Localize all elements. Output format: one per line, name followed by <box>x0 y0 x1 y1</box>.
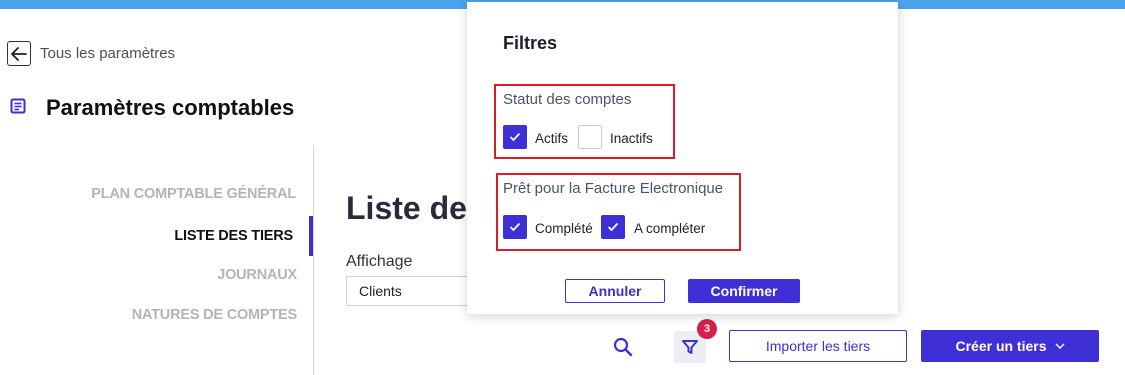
checkbox-a-completer[interactable] <box>601 215 625 239</box>
filters-panel: Filtres Statut des comptes Actifs Inacti… <box>467 2 898 314</box>
page-title: Paramètres comptables <box>46 95 295 120</box>
checkbox-inactifs[interactable] <box>578 125 602 149</box>
import-tiers-button[interactable]: Importer les tiers <box>729 330 907 362</box>
filter-icon <box>682 340 698 354</box>
confirm-button[interactable]: Confirmer <box>688 279 800 303</box>
create-tiers-button[interactable]: Créer un tiers <box>921 330 1099 362</box>
filter-count-badge: 3 <box>697 319 717 339</box>
filters-title: Filtres <box>503 33 558 53</box>
checkbox-inactifs-label: Inactifs <box>610 131 653 146</box>
cancel-button[interactable]: Annuler <box>565 279 665 303</box>
checkmark-icon <box>607 222 619 232</box>
checkbox-complete-label: Complété <box>535 221 593 236</box>
e-invoice-label: Prêt pour la Facture Electronique <box>503 180 724 197</box>
back-link-label[interactable]: Tous les paramètres <box>40 45 175 62</box>
create-tiers-label: Créer un tiers <box>955 338 1047 354</box>
account-status-label: Statut des comptes <box>503 91 632 108</box>
arrow-left-icon <box>11 46 27 61</box>
sidebar-item-plan-comptable[interactable]: PLAN COMPTABLE GÉNÉRAL <box>91 186 296 202</box>
checkbox-complete[interactable] <box>503 215 527 239</box>
document-icon <box>10 98 26 114</box>
checkmark-icon <box>509 132 521 142</box>
chevron-down-icon <box>1055 343 1065 349</box>
checkbox-actifs-label: Actifs <box>535 131 569 146</box>
checkbox-actifs[interactable] <box>503 125 527 149</box>
sidebar-item-liste-des-tiers[interactable]: LISTE DES TIERS <box>174 228 293 244</box>
back-button[interactable] <box>7 41 31 66</box>
affichage-select[interactable]: Clients <box>346 276 476 306</box>
sidebar-item-journaux[interactable]: JOURNAUX <box>217 267 297 283</box>
sidebar-divider <box>313 145 314 375</box>
content-title: Liste des <box>346 190 476 226</box>
search-icon[interactable] <box>610 334 636 360</box>
sidebar-item-natures-de-comptes[interactable]: NATURES DE COMPTES <box>132 307 298 323</box>
checkmark-icon <box>509 222 521 232</box>
checkbox-a-completer-label: A compléter <box>634 221 706 236</box>
affichage-label: Affichage <box>346 253 413 270</box>
